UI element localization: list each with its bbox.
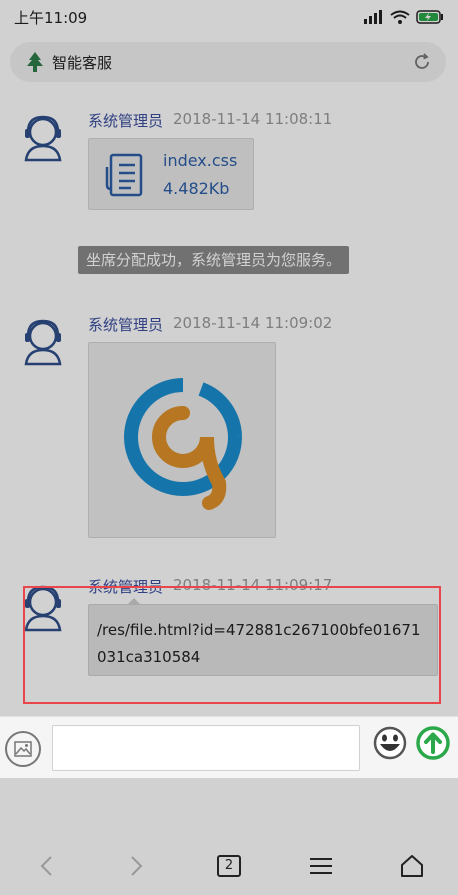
wifi-icon xyxy=(390,10,410,24)
signal-icon xyxy=(364,10,382,24)
tab-count: 2 xyxy=(216,854,241,877)
highlight-box xyxy=(23,586,441,704)
forward-button[interactable] xyxy=(115,844,159,888)
agent-avatar-icon xyxy=(24,115,62,162)
browser-nav-bar: 2 xyxy=(0,836,458,895)
forward-icon xyxy=(131,855,143,876)
battery-icon xyxy=(416,10,443,24)
menu-icon xyxy=(309,857,332,874)
image-picker-icon xyxy=(14,741,32,757)
menu-button[interactable] xyxy=(299,844,343,888)
refresh-icon[interactable] xyxy=(412,52,432,72)
message-time: 2018-11-14 11:09:02 xyxy=(173,314,333,332)
back-button[interactable] xyxy=(24,844,68,888)
tabs-button[interactable]: 2 xyxy=(207,844,251,888)
message-time: 2018-11-14 11:08:11 xyxy=(173,110,333,128)
sender-name: 系统管理员 xyxy=(88,316,164,334)
file-name: index.css xyxy=(163,151,238,170)
file-attachment[interactable]: index.css 4.482Kb xyxy=(88,138,254,210)
image-picker-button[interactable] xyxy=(5,731,41,767)
file-size: 4.482Kb xyxy=(163,179,230,198)
back-icon xyxy=(40,855,52,876)
status-icons xyxy=(362,10,444,24)
message-meta: 系统管理员 2018-11-14 11:08:11 xyxy=(88,110,332,131)
status-time: 上午11:09 xyxy=(14,8,88,27)
send-arrow-icon[interactable] xyxy=(416,726,450,760)
image-attachment[interactable] xyxy=(88,342,276,538)
system-notice: 坐席分配成功，系统管理员为您服务。 xyxy=(78,246,350,274)
home-button[interactable] xyxy=(390,844,434,888)
home-icon xyxy=(401,854,424,877)
file-icon xyxy=(105,153,143,197)
company-logo-image xyxy=(124,378,242,510)
message-input[interactable] xyxy=(52,725,360,771)
composer-bar xyxy=(0,716,458,778)
status-bar: 上午11:09 xyxy=(0,0,458,34)
message-meta: 系统管理员 2018-11-14 11:09:02 xyxy=(88,314,332,335)
emoji-icon[interactable] xyxy=(373,726,407,760)
title-bar: 智能客服 xyxy=(10,42,446,82)
tree-logo-icon xyxy=(27,52,43,72)
page-title: 智能客服 xyxy=(52,53,113,72)
sender-name: 系统管理员 xyxy=(88,112,164,130)
agent-avatar-icon xyxy=(24,319,62,366)
